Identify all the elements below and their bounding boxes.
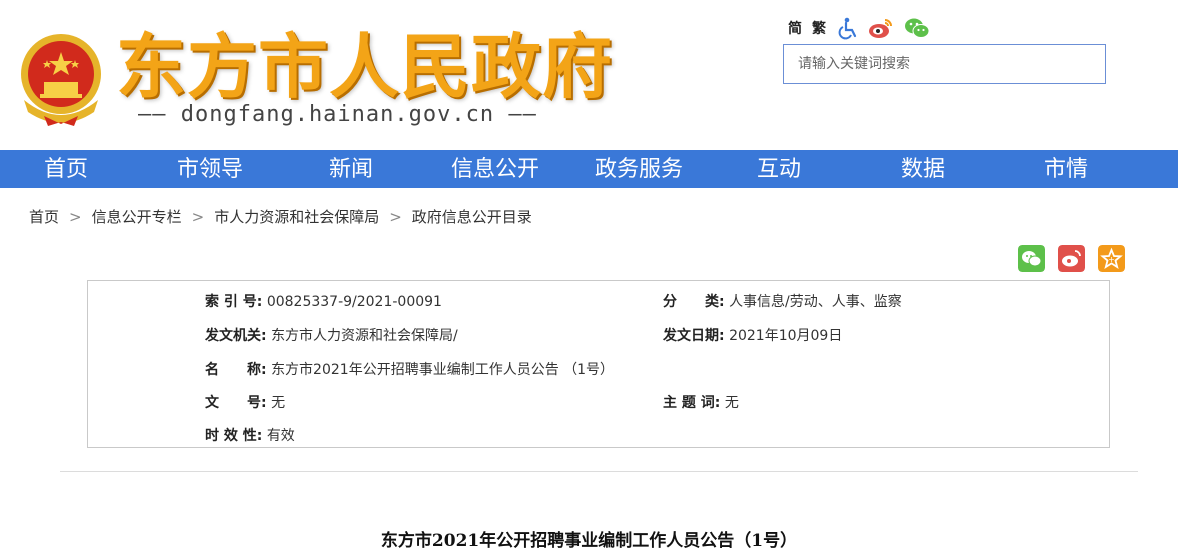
breadcrumb: 首页 > 信息公开专栏 > 市人力资源和社会保障局 > 政府信息公开目录 — [29, 206, 532, 227]
breadcrumb-separator: > — [69, 208, 82, 226]
simplified-chinese-link[interactable]: 简 — [788, 18, 802, 38]
document-info-table: 索 引 号: 00825337-9/2021-00091 分 类: 人事信息/劳… — [87, 280, 1110, 448]
nav-item-info-disclosure[interactable]: 信息公开 — [440, 150, 550, 188]
weibo-icon[interactable] — [868, 16, 894, 40]
info-value: 有效 — [266, 428, 295, 444]
site-domain: —— dongfang.hainan.gov.cn —— — [138, 102, 537, 127]
breadcrumb-separator: > — [191, 208, 205, 226]
nav-item-news[interactable]: 新闻 — [312, 150, 390, 188]
info-index-number: 索 引 号: 00825337-9/2021-00091 — [205, 291, 442, 311]
main-nav: 首页 市领导 新闻 信息公开 政务服务 互动 数据 市情 — [0, 150, 1178, 188]
nav-item-data[interactable]: 数据 — [884, 150, 962, 188]
favorite-share-icon[interactable]: + — [1098, 245, 1125, 272]
info-category: 分 类: 人事信息/劳动、人事、监察 — [663, 291, 902, 311]
breadcrumb-home[interactable]: 首页 — [29, 208, 59, 226]
site-header: 东方市人民政府 —— dongfang.hainan.gov.cn —— 简 繁 — [0, 0, 1178, 150]
national-emblem-icon — [21, 34, 101, 126]
nav-item-interaction[interactable]: 互动 — [740, 150, 818, 188]
info-value: 2021年10月09日 — [729, 328, 843, 344]
info-name: 名 称: 东方市2021年公开招聘事业编制工作人员公告 （1号） — [205, 359, 614, 379]
nav-item-home[interactable]: 首页 — [27, 150, 105, 188]
breadcrumb-hr-bureau[interactable]: 市人力资源和社会保障局 — [214, 208, 379, 226]
breadcrumb-catalog[interactable]: 政府信息公开目录 — [412, 208, 532, 226]
info-label: 分 类: — [663, 294, 725, 310]
info-value: 东方市人力资源和社会保障局/ — [271, 328, 458, 344]
info-value: 00825337-9/2021-00091 — [266, 294, 442, 310]
info-value: 东方市2021年公开招聘事业编制工作人员公告 （1号） — [271, 362, 615, 378]
accessibility-icon[interactable] — [836, 16, 860, 40]
traditional-chinese-link[interactable]: 繁 — [812, 18, 826, 38]
info-label: 名 称: — [205, 362, 267, 378]
weibo-share-icon[interactable] — [1058, 245, 1085, 272]
info-value: 无 — [724, 395, 739, 411]
breadcrumb-separator: > — [389, 208, 402, 226]
svg-text:+: + — [1108, 255, 1115, 264]
breadcrumb-info-column[interactable]: 信息公开专栏 — [92, 208, 182, 226]
info-label: 文 号: — [205, 395, 267, 411]
nav-item-government-services[interactable]: 政务服务 — [584, 150, 694, 188]
info-value: 人事信息/劳动、人事、监察 — [729, 294, 902, 310]
info-label: 时 效 性: — [205, 428, 263, 444]
info-label: 主 题 词: — [663, 395, 721, 411]
nav-item-leaders[interactable]: 市领导 — [160, 150, 260, 188]
info-validity: 时 效 性: 有效 — [205, 425, 295, 445]
info-label: 索 引 号: — [205, 294, 263, 310]
info-value: 无 — [271, 395, 286, 411]
search-input[interactable] — [783, 44, 1106, 84]
wechat-icon[interactable] — [904, 16, 930, 40]
info-label: 发文机关: — [205, 328, 267, 344]
info-issuer: 发文机关: 东方市人力资源和社会保障局/ — [205, 325, 458, 345]
info-label: 发文日期: — [663, 328, 725, 344]
content-divider — [60, 471, 1138, 472]
wechat-share-icon[interactable] — [1018, 245, 1045, 272]
info-subject-words: 主 题 词: 无 — [663, 392, 739, 412]
info-issue-date: 发文日期: 2021年10月09日 — [663, 325, 842, 345]
info-document-number: 文 号: 无 — [205, 392, 285, 412]
site-title: 东方市人民政府 — [116, 26, 613, 108]
nav-item-city-info[interactable]: 市情 — [1027, 150, 1105, 188]
article-title: 东方市2021年公开招聘事业编制工作人员公告（1号） — [380, 531, 798, 551]
